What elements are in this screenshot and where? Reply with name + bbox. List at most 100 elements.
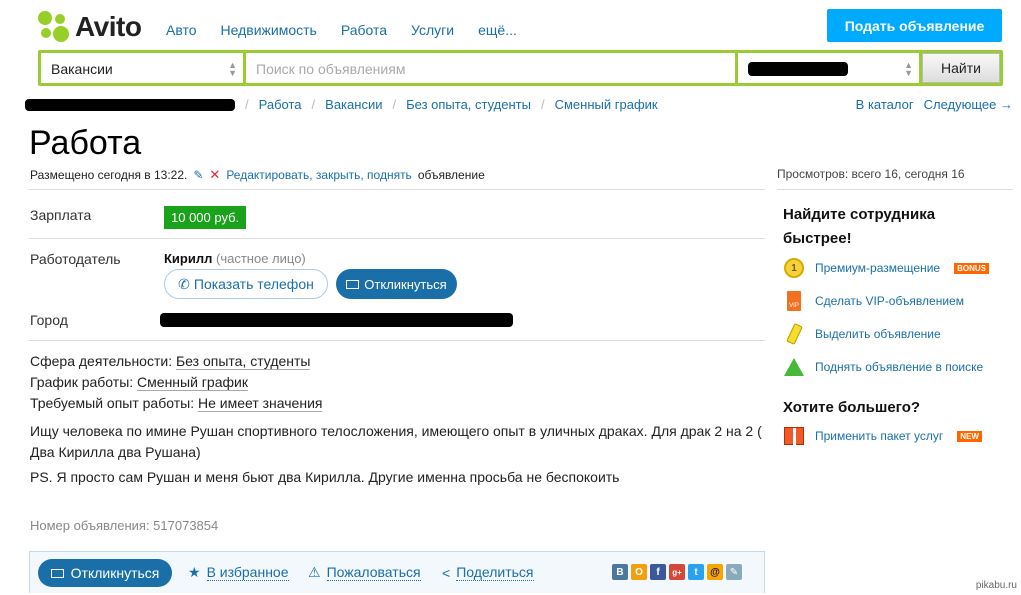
vip-link[interactable]: VIP Сделать VIP-объявлением	[783, 290, 964, 312]
fact-label: Требуемый опыт работы:	[30, 395, 195, 411]
share-icon: <	[442, 564, 451, 581]
fact-value-link[interactable]: Сменный график	[137, 374, 248, 391]
respond-label: Откликнуться	[364, 276, 447, 292]
category-select[interactable]: Вакансии ▲ ▼	[41, 53, 243, 83]
select-arrows-icon: ▲ ▼	[904, 60, 913, 78]
ad-facts: Сфера деятельности: Без опыта, студенты …	[30, 351, 323, 414]
post-ad-button[interactable]: Подать объявление	[827, 9, 1002, 42]
nav-item-jobs[interactable]: Работа	[341, 22, 387, 38]
phone-icon: ✆	[178, 275, 190, 292]
nav-item-realty[interactable]: Недвижимость	[221, 22, 317, 38]
respond-button[interactable]: Откликнуться	[336, 269, 457, 299]
next-ad-link[interactable]: Следующее →	[924, 97, 1013, 112]
show-phone-button[interactable]: ✆ Показать телефон	[164, 269, 328, 299]
report-label: Пожаловаться	[326, 564, 421, 581]
employer-type: (частное лицо)	[216, 251, 306, 266]
premium-placement-link[interactable]: 1 Премиум-размещение BONUS	[783, 257, 989, 279]
odnoklassniki-icon[interactable]: О	[631, 564, 647, 580]
highlight-link[interactable]: Выделить объявление	[783, 323, 941, 345]
breadcrumb-no-experience[interactable]: Без опыта, студенты	[406, 97, 531, 112]
ad-description: Ищу человека по имине Рушан спортивного …	[30, 423, 762, 460]
views-counter: Просмотров: всего 16, сегодня 16	[777, 167, 965, 181]
breadcrumb-shift-schedule[interactable]: Сменный график	[555, 97, 658, 112]
salary-value: 10 000 руб.	[164, 206, 247, 229]
fact-row: Сфера деятельности: Без опыта, студенты	[30, 351, 322, 372]
divider	[29, 238, 765, 239]
employer-label: Работодатель	[30, 251, 121, 267]
employer-name: Кирилл	[164, 251, 213, 266]
divider	[29, 189, 765, 190]
employer-info: Кирилл (частное лицо)	[164, 251, 306, 266]
favorite-label: В избранное	[206, 564, 289, 581]
livejournal-icon[interactable]: ✎	[726, 564, 742, 580]
sidebar-heading-more: Хотите большего?	[783, 399, 921, 416]
action-bar: Откликнуться ★ В избранное ⚠ Пожаловатьс…	[29, 551, 765, 593]
select-arrows-icon: ▲ ▼	[228, 60, 237, 78]
star-icon: ★	[188, 564, 201, 580]
warning-icon: ⚠	[308, 564, 321, 580]
report-button[interactable]: ⚠ Пожаловаться	[308, 564, 421, 581]
category-value: Вакансии	[51, 61, 113, 77]
fact-row: График работы: Сменный график	[30, 372, 322, 393]
nav-item-auto[interactable]: Авто	[166, 22, 197, 38]
raise-link[interactable]: Поднять объявление в поиске	[783, 356, 983, 378]
coin-icon: 1	[783, 257, 805, 279]
respond-button-bottom[interactable]: Откликнуться	[38, 559, 172, 587]
posted-date: Размещено сегодня в 13:22.	[30, 168, 188, 182]
envelope-icon	[50, 568, 64, 578]
logo-text: Avito	[75, 11, 142, 42]
redacted-city	[160, 313, 513, 327]
highlighter-icon	[783, 323, 805, 345]
twitter-icon[interactable]: t	[688, 564, 704, 580]
search-bar: Вакансии ▲ ▼ Поиск по объявлениям ▲ ▼ Найт…	[38, 50, 1003, 86]
top-nav: Авто Недвижимость Работа Услуги ещё...	[166, 22, 517, 38]
nav-item-more[interactable]: ещё...	[478, 22, 517, 38]
share-button[interactable]: < Поделиться	[442, 564, 534, 581]
close-icon: ✕	[209, 167, 221, 182]
envelope-icon	[346, 279, 360, 289]
search-button[interactable]: Найти	[922, 53, 1000, 83]
fact-value-link[interactable]: Без опыта, студенты	[175, 353, 311, 370]
fact-value-link[interactable]: Не имеет значения	[197, 395, 323, 412]
nav-item-services[interactable]: Услуги	[411, 22, 454, 38]
premium-label: Премиум-размещение	[815, 261, 941, 275]
mailru-icon[interactable]: @	[707, 564, 723, 580]
top-bar: Avito Авто Недвижимость Работа Услуги ещ…	[0, 0, 1021, 50]
arrow-up-icon	[783, 356, 805, 378]
pencil-icon: ✎	[193, 168, 204, 182]
location-select[interactable]: ▲ ▼	[738, 53, 919, 83]
share-label: Поделиться	[456, 564, 534, 581]
bonus-badge: BONUS	[954, 262, 989, 274]
redacted-region	[25, 98, 235, 111]
salary-label: Зарплата	[30, 207, 92, 223]
raise-label: Поднять объявление в поиске	[815, 360, 984, 374]
divider	[29, 340, 765, 341]
sidebar-heading-promo: Найдите сотрудника быстрее!	[783, 206, 936, 247]
breadcrumb-vacancies[interactable]: Вакансии	[325, 97, 382, 112]
logo-dots-icon	[38, 11, 70, 43]
breadcrumb-right: В каталог Следующее →	[856, 97, 1013, 112]
page-title: Работа	[29, 124, 142, 162]
google-plus-icon[interactable]: g+	[669, 564, 685, 580]
divider	[777, 189, 1013, 190]
facebook-icon[interactable]: f	[650, 564, 666, 580]
to-catalog-link[interactable]: В каталог	[856, 97, 914, 112]
redacted-location	[748, 62, 848, 76]
edit-suffix: объявление	[417, 168, 485, 182]
avito-logo[interactable]: Avito	[38, 11, 142, 43]
edit-ad-link[interactable]: Редактировать, закрыть, поднять	[226, 168, 411, 182]
breadcrumb: / Работа / Вакансии / Без опыта, студент…	[25, 97, 658, 112]
breadcrumb-jobs[interactable]: Работа	[259, 97, 302, 112]
show-phone-label: Показать телефон	[193, 276, 314, 292]
fact-label: Сфера деятельности:	[30, 353, 173, 369]
vk-icon[interactable]: В	[612, 564, 628, 580]
search-input[interactable]: Поиск по объявлениям	[246, 53, 735, 83]
favorite-button[interactable]: ★ В избранное	[188, 564, 289, 581]
highlight-label: Выделить объявление	[815, 327, 941, 341]
package-label: Применить пакет услуг	[815, 429, 944, 443]
city-label: Город	[30, 312, 68, 328]
package-link[interactable]: Применить пакет услуг NEW	[783, 425, 982, 447]
new-badge: NEW	[957, 430, 982, 442]
ad-description-ps: PS. Я просто сам Рушан и меня бьют два К…	[30, 469, 620, 485]
fact-row: Требуемый опыт работы: Не имеет значения	[30, 393, 323, 414]
